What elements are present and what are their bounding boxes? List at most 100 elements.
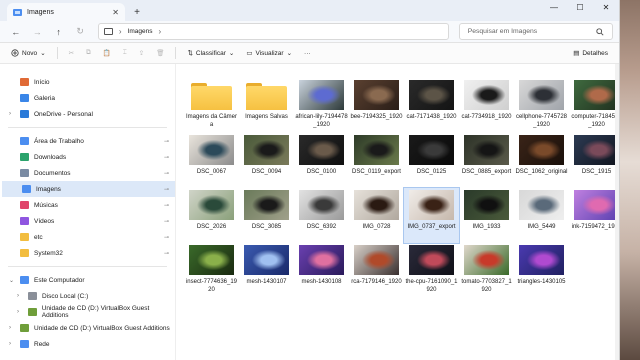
image-file-item[interactable]: rca-7179146_1920	[349, 243, 404, 298]
image-file-item[interactable]: mesh-1430108	[294, 243, 349, 298]
image-file-item[interactable]: DSC_0119_export	[349, 133, 404, 188]
file-grid: Imagens da Câmera Imagens Salvas african-l…	[184, 78, 619, 298]
image-file-item[interactable]: DSC_0885_export	[459, 133, 514, 188]
sort-button[interactable]: ⇅ Classificar ⌄	[183, 45, 238, 61]
image-file-item[interactable]: mesh-1430107	[239, 243, 294, 298]
plus-circle-icon	[11, 49, 19, 57]
image-file-item[interactable]: bee-7194325_1920	[349, 78, 404, 133]
vertical-scrollbar[interactable]	[615, 64, 619, 360]
image-thumbnail	[519, 190, 564, 220]
address-bar[interactable]: › Imagens ›	[97, 23, 449, 40]
rename-button[interactable]: ⌶	[119, 45, 131, 61]
image-file-item[interactable]: african-lily-7194478_1920	[294, 78, 349, 133]
chevron-right-icon: ›	[158, 27, 162, 36]
delete-button[interactable]: 🗑	[152, 45, 168, 61]
sidebar-item[interactable]: › OneDrive - Personal	[0, 106, 175, 122]
image-file-item[interactable]: cat-7171438_1920	[404, 78, 459, 133]
sidebar-item[interactable]: System32 ⊸	[0, 245, 175, 261]
folder-icon	[244, 80, 289, 110]
image-file-item[interactable]: ink-7159472_1920	[569, 188, 619, 243]
home-icon	[20, 78, 29, 86]
sidebar-item-label: Músicas	[34, 201, 58, 209]
divider	[8, 127, 167, 128]
minimize-button[interactable]: —	[541, 0, 567, 14]
chevron-right-icon: ›	[118, 27, 122, 36]
image-file-item[interactable]: DSC_6392	[294, 188, 349, 243]
chevron-icon[interactable]: ›	[9, 341, 15, 347]
image-file-item[interactable]: computer-7184522_1920	[569, 78, 619, 133]
image-file-item[interactable]: tomato-7703827_1920	[459, 243, 514, 298]
file-explorer-window: Imagens ✕ + — ☐ ✕ ← → ↑ ↻ › Imagens › Pe…	[0, 0, 620, 360]
image-file-item[interactable]: DSC_0100	[294, 133, 349, 188]
image-thumbnail	[409, 190, 454, 220]
sidebar-item-label: Downloads	[34, 153, 67, 161]
image-file-item[interactable]: insect-7774636_1920	[184, 243, 239, 298]
chevron-icon[interactable]: ›	[17, 293, 23, 299]
image-file-item[interactable]: DSC_2026	[184, 188, 239, 243]
close-window-button[interactable]: ✕	[593, 0, 619, 14]
sidebar-item[interactable]: Área de Trabalho ⊸	[0, 133, 175, 149]
image-file-item[interactable]: IMG_1933	[459, 188, 514, 243]
image-file-item[interactable]: DSC_3085	[239, 188, 294, 243]
image-file-item[interactable]: triangles-1430105	[514, 243, 569, 298]
image-file-item[interactable]: cat-7734918_1920	[459, 78, 514, 133]
chevron-icon[interactable]: ›	[9, 111, 15, 117]
folder-item[interactable]: Imagens da Câmera	[184, 78, 239, 133]
tab-imagens[interactable]: Imagens ✕	[7, 3, 125, 21]
image-file-item[interactable]: IMG_5449	[514, 188, 569, 243]
pictures-icon	[22, 185, 31, 193]
image-file-item[interactable]: DSC_0094	[239, 133, 294, 188]
folder-icon	[189, 80, 234, 110]
sidebar-item[interactable]: Documentos ⊸	[0, 165, 175, 181]
folder-item[interactable]: Imagens Salvas	[239, 78, 294, 133]
more-options-button[interactable]: ···	[300, 45, 315, 61]
image-file-item[interactable]: IMG_0737_export	[403, 187, 460, 244]
sidebar-item[interactable]: Imagens ⊸	[2, 181, 175, 197]
sidebar-item[interactable]: › Unidade de CD (D:) VirtualBox Guest Add…	[0, 304, 175, 320]
image-file-item[interactable]: DSC_0067	[184, 133, 239, 188]
breadcrumb-imagens[interactable]: Imagens	[128, 28, 153, 35]
image-file-item[interactable]: IMG_0728	[349, 188, 404, 243]
refresh-button[interactable]: ↻	[70, 23, 89, 41]
image-file-item[interactable]: DSC_0125	[404, 133, 459, 188]
share-button[interactable]: ⇪	[135, 45, 148, 61]
details-pane-button[interactable]: ▤ Detalhes	[569, 45, 612, 61]
image-file-item[interactable]: the-cpu-7161090_1920	[404, 243, 459, 298]
sidebar-item[interactable]: › Disco Local (C:)	[0, 288, 175, 304]
file-name: insect-7774636_1920	[185, 279, 238, 293]
search-placeholder: Pesquisar em Imagens	[467, 28, 538, 35]
sidebar-item[interactable]: › Rede	[0, 336, 175, 352]
file-name: mesh-1430108	[301, 279, 342, 285]
sidebar-item[interactable]: ⌄ Este Computador	[0, 272, 175, 288]
sidebar-item[interactable]: Downloads ⊸	[0, 149, 175, 165]
sidebar-item[interactable]: › Unidade de CD (D:) VirtualBox Guest Add…	[0, 320, 175, 336]
image-file-item[interactable]: cellphone-7745728_1920	[514, 78, 569, 133]
paste-button[interactable]: 📋	[99, 45, 115, 61]
chevron-icon[interactable]: ›	[17, 309, 23, 315]
new-button[interactable]: Novo ⌄	[7, 45, 50, 61]
chevron-icon[interactable]: ⌄	[9, 277, 15, 284]
new-tab-button[interactable]: +	[129, 4, 145, 20]
maximize-button[interactable]: ☐	[567, 0, 593, 14]
sidebar-item[interactable]: Início	[0, 74, 175, 90]
view-button[interactable]: ▭ Visualizar ⌄	[242, 45, 296, 61]
up-button[interactable]: ↑	[49, 23, 68, 41]
share-icon: ⇪	[138, 50, 145, 57]
image-thumbnail	[244, 190, 289, 220]
sidebar-item[interactable]: etc ⊸	[0, 229, 175, 245]
image-file-item[interactable]: DSC_1915	[569, 133, 619, 188]
forward-button[interactable]: →	[27, 23, 46, 41]
sidebar-item[interactable]: Galeria	[0, 90, 175, 106]
chevron-icon[interactable]: ›	[9, 325, 15, 331]
search-input[interactable]: Pesquisar em Imagens	[458, 23, 613, 40]
file-name: cat-7171438_1920	[406, 114, 457, 120]
pin-icon: ⊸	[163, 202, 169, 209]
copy-button[interactable]: ⧉	[82, 45, 95, 61]
cut-button[interactable]: ✂	[65, 45, 78, 61]
sidebar-item[interactable]: Músicas ⊸	[0, 197, 175, 213]
back-button[interactable]: ←	[6, 23, 25, 41]
close-tab-icon[interactable]: ✕	[112, 8, 119, 17]
image-file-item[interactable]: DSC_1062_original	[514, 133, 569, 188]
sidebar-item-label: Documentos	[34, 169, 71, 177]
sidebar-item[interactable]: Vídeos ⊸	[0, 213, 175, 229]
